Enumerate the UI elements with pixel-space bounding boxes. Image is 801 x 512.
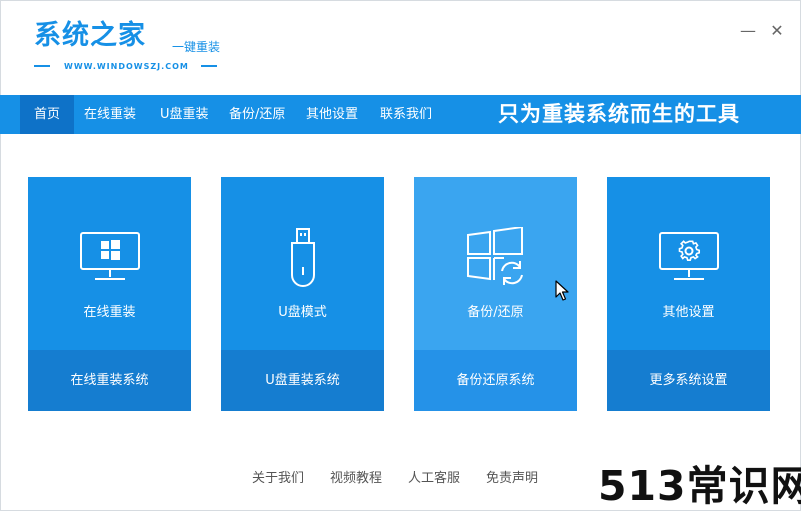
card-top: 其他设置	[607, 177, 770, 350]
card-usb-mode[interactable]: U盘模式 U盘重装系统	[221, 177, 384, 411]
card-bottom[interactable]: U盘重装系统	[221, 350, 384, 411]
backup-restore-button[interactable]: 备份还原系统	[414, 350, 577, 411]
nav-item-home[interactable]: 首页	[20, 95, 74, 134]
more-settings-button[interactable]: 更多系统设置	[607, 350, 770, 411]
footer-link-about-us[interactable]: 关于我们	[252, 467, 304, 486]
monitor-gear-icon	[607, 225, 770, 289]
card-bottom[interactable]: 备份还原系统	[414, 350, 577, 411]
card-top: 备份/还原	[414, 177, 577, 350]
footer-link-disclaimer[interactable]: 免责声明	[486, 467, 538, 486]
card-label: 其他设置	[662, 305, 715, 320]
footer-link-video-tutorials[interactable]: 视频教程	[330, 467, 382, 486]
logo-title: 系统之家	[34, 20, 146, 51]
logo-dash-left	[34, 65, 50, 67]
card-backup-restore[interactable]: 备份/还原 备份还原系统	[414, 177, 577, 411]
card-top: U盘模式	[221, 177, 384, 350]
nav-item-online-reinstall[interactable]: 在线重装	[84, 95, 136, 134]
usb-reinstall-button[interactable]: U盘重装系统	[221, 350, 384, 411]
card-other-settings[interactable]: 其他设置 更多系统设置	[607, 177, 770, 411]
online-reinstall-button[interactable]: 在线重装系统	[28, 350, 191, 411]
mouse-cursor-icon	[555, 280, 569, 306]
windows-restore-icon	[414, 225, 577, 289]
logo-url: WWW.WINDOWSZJ.COM	[64, 61, 189, 71]
card-label: 在线重装	[83, 305, 136, 320]
main-nav: 首页 在线重装 U盘重装 备份/还原 其他设置 联系我们 只为重装系统而生的工具	[0, 95, 801, 134]
card-label: 备份/还原	[467, 305, 524, 320]
card-online-reinstall[interactable]: 在线重装 在线重装系统	[28, 177, 191, 411]
logo-url-row: WWW.WINDOWSZJ.COM	[34, 60, 224, 72]
logo-subtitle: 一键重装	[172, 40, 221, 54]
card-bottom[interactable]: 在线重装系统	[28, 350, 191, 411]
close-button[interactable]: ✕	[768, 22, 786, 40]
card-label: U盘模式	[278, 305, 327, 320]
nav-item-other-settings[interactable]: 其他设置	[306, 95, 358, 134]
nav-item-contact-us[interactable]: 联系我们	[380, 95, 432, 134]
nav-item-backup-restore[interactable]: 备份/还原	[229, 95, 285, 134]
footer-link-customer-service[interactable]: 人工客服	[408, 467, 460, 486]
logo-dash-right	[200, 65, 217, 67]
usb-drive-icon	[221, 225, 384, 289]
app-logo: 系统之家 一键重装 WWW.WINDOWSZJ.COM	[34, 18, 220, 71]
monitor-windows-icon	[28, 225, 191, 289]
card-top: 在线重装	[28, 177, 191, 350]
watermark-text: 513常识网	[598, 462, 801, 510]
nav-slogan: 只为重装系统而生的工具	[498, 102, 740, 126]
minimize-button[interactable]: —	[739, 22, 757, 40]
card-bottom[interactable]: 更多系统设置	[607, 350, 770, 411]
nav-item-usb-reinstall[interactable]: U盘重装	[160, 95, 209, 134]
